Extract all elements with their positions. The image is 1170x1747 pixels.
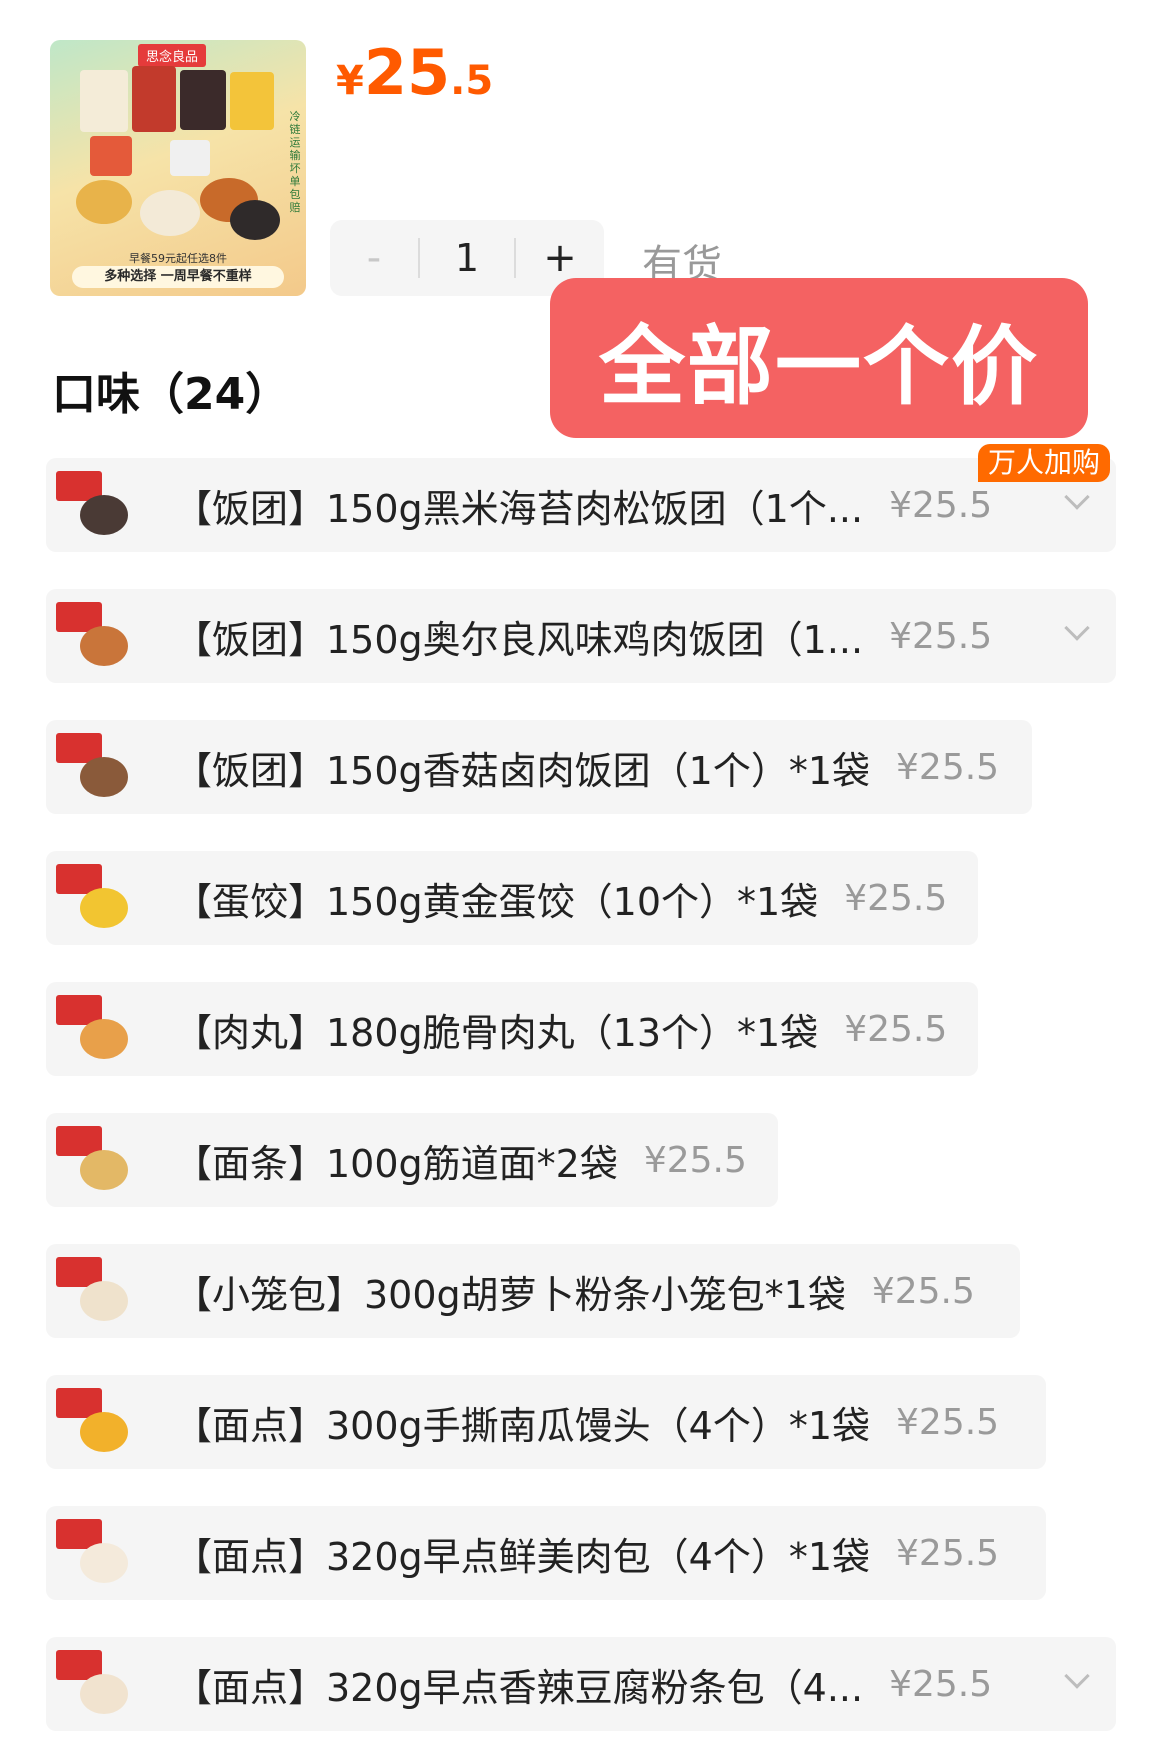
option-price: ¥25.5 — [889, 615, 993, 657]
option-name: 【蛋饺】150g黄金蛋饺（10个）*1袋 — [174, 879, 819, 924]
option-food — [80, 1412, 128, 1452]
thumbnail-food — [230, 200, 280, 240]
option-name: 【小笼包】300g胡萝卜粉条小笼包*1袋 — [174, 1272, 846, 1317]
flavor-option[interactable]: 【饭团】150g香菇卤肉饭团（1个）*1袋 ¥25.5 — [46, 720, 1032, 814]
thumbnail-side-text: 冷链运输 坏单包赔 — [289, 110, 301, 214]
option-name: 【面点】320g早点鲜美肉包（4个）*1袋 — [174, 1534, 871, 1579]
thumbnail-pack — [230, 72, 274, 130]
decrease-quantity-button[interactable]: - — [330, 220, 418, 296]
flavor-option[interactable]: 【饭团】150g黑米海苔肉松饭团（1个... ¥25.5 — [46, 458, 1116, 552]
option-thumbnail — [50, 985, 138, 1073]
option-food — [80, 1281, 128, 1321]
option-price: ¥25.5 — [889, 1663, 993, 1705]
thumbnail-brand-logo: 思念良品 — [138, 44, 207, 67]
option-thumbnail — [50, 1116, 138, 1204]
flavor-option[interactable]: 【面条】100g筋道面*2袋 ¥25.5 — [46, 1113, 778, 1207]
option-thumbnail — [50, 1247, 138, 1335]
option-thumbnail — [50, 1378, 138, 1466]
flavor-section-title: 口味（24） — [52, 369, 290, 420]
thumbnail-pack — [80, 70, 128, 132]
flavor-option[interactable]: 【小笼包】300g胡萝卜粉条小笼包*1袋 ¥25.5 — [46, 1244, 1020, 1338]
option-food — [80, 888, 128, 928]
option-name: 【饭团】150g奥尔良风味鸡肉饭团（1... — [174, 617, 864, 662]
option-thumbnail — [50, 723, 138, 811]
thumbnail-pack — [132, 66, 176, 132]
option-price: ¥25.5 — [844, 1008, 948, 1050]
popular-badge: 万人加购 — [978, 444, 1111, 482]
option-name: 【饭团】150g香菇卤肉饭团（1个）*1袋 — [174, 748, 871, 793]
option-food — [80, 1674, 128, 1714]
option-price: ¥25.5 — [844, 877, 948, 919]
option-price: ¥25.5 — [871, 1270, 975, 1312]
option-name: 【面点】300g手撕南瓜馒头（4个）*1袋 — [174, 1403, 871, 1448]
chevron-down-icon[interactable] — [1064, 615, 1090, 641]
price-integer: 25 — [363, 36, 451, 109]
flavor-option[interactable]: 【面点】320g早点香辣豆腐粉条包（4... ¥25.5 — [46, 1637, 1116, 1731]
option-thumbnail — [50, 1509, 138, 1597]
option-food — [80, 1019, 128, 1059]
option-thumbnail — [50, 1640, 138, 1728]
thumbnail-caption-slogan: 多种选择 一周早餐不重样 — [72, 266, 284, 288]
thumbnail-pack — [170, 140, 210, 176]
option-price: ¥25.5 — [643, 1139, 747, 1181]
overlay-banner: 全部一个价 — [550, 278, 1088, 438]
sku-selector-page: 思念良品 冷链运输 坏单包赔 早餐59元起任选8件 多种选择 一周早餐不重样 ¥… — [0, 0, 1170, 1747]
thumbnail-caption-offer: 早餐59元起任选8件 — [129, 252, 227, 265]
option-price: ¥25.5 — [896, 1401, 1000, 1443]
option-price: ¥25.5 — [889, 484, 993, 526]
option-name: 【面条】100g筋道面*2袋 — [174, 1141, 618, 1186]
price-decimal: .5 — [450, 58, 494, 104]
flavor-option[interactable]: 【蛋饺】150g黄金蛋饺（10个）*1袋 ¥25.5 — [46, 851, 978, 945]
price-currency: ¥ — [336, 58, 364, 104]
flavor-option[interactable]: 【肉丸】180g脆骨肉丸（13个）*1袋 ¥25.5 — [46, 982, 978, 1076]
chevron-down-icon[interactable] — [1064, 1663, 1090, 1689]
product-thumbnail[interactable]: 思念良品 冷链运输 坏单包赔 早餐59元起任选8件 多种选择 一周早餐不重样 — [50, 40, 306, 296]
option-price: ¥25.5 — [896, 1532, 1000, 1574]
option-food — [80, 626, 128, 666]
thumbnail-food — [140, 190, 200, 236]
option-name: 【面点】320g早点香辣豆腐粉条包（4... — [174, 1665, 864, 1710]
option-food — [80, 757, 128, 797]
option-name: 【饭团】150g黑米海苔肉松饭团（1个... — [174, 486, 864, 531]
product-price: ¥25.5 — [336, 36, 493, 109]
flavor-option[interactable]: 【饭团】150g奥尔良风味鸡肉饭团（1... ¥25.5 — [46, 589, 1116, 683]
chevron-down-icon[interactable] — [1064, 484, 1090, 510]
option-price: ¥25.5 — [896, 746, 1000, 788]
option-thumbnail — [50, 461, 138, 549]
option-name: 【肉丸】180g脆骨肉丸（13个）*1袋 — [174, 1010, 819, 1055]
quantity-value[interactable]: 1 — [418, 236, 516, 280]
flavor-option[interactable]: 【面点】300g手撕南瓜馒头（4个）*1袋 ¥25.5 — [46, 1375, 1046, 1469]
option-thumbnail — [50, 854, 138, 942]
option-food — [80, 495, 128, 535]
thumbnail-pack — [90, 136, 132, 176]
option-thumbnail — [50, 592, 138, 680]
option-food — [80, 1543, 128, 1583]
option-food — [80, 1150, 128, 1190]
flavor-option[interactable]: 【面点】320g早点鲜美肉包（4个）*1袋 ¥25.5 — [46, 1506, 1046, 1600]
thumbnail-food — [76, 180, 132, 224]
thumbnail-pack — [180, 70, 226, 130]
